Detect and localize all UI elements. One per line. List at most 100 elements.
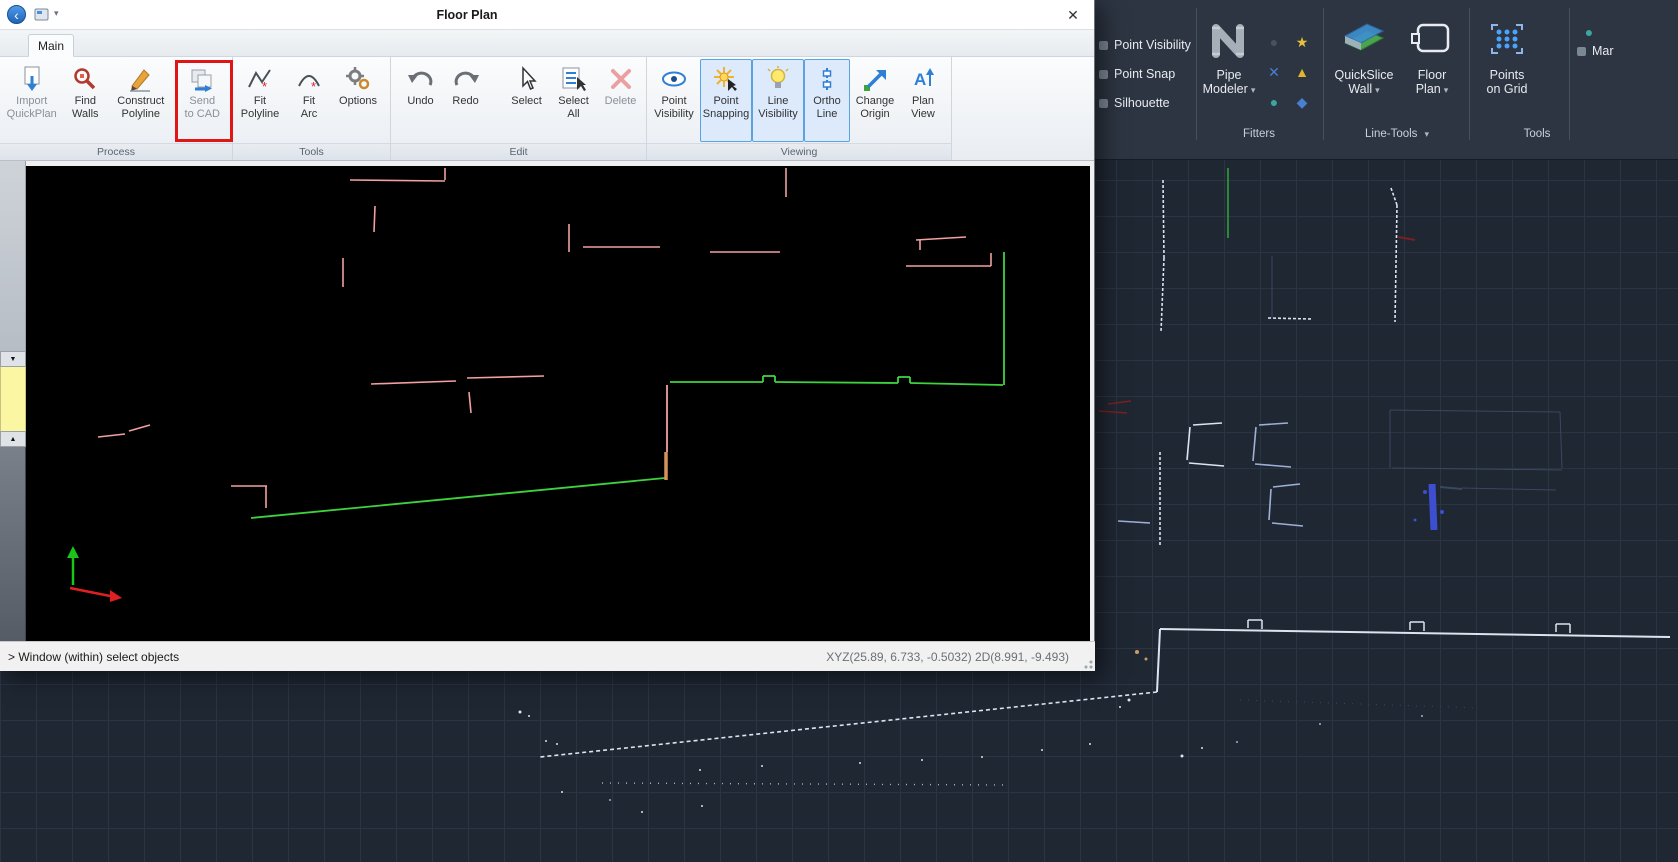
floor-plan-label: Floor [1418,68,1446,82]
pipe-modeler-label: Pipe [1216,68,1241,82]
close-button[interactable]: ✕ [1062,4,1084,26]
ribbon-group-process: Import QuickPlan Find Walls [0,57,233,160]
toggle-silhouette[interactable]: Silhouette [1099,90,1199,116]
construct-polyline-button[interactable]: Construct Polyline [108,59,173,142]
dialog-title: Floor Plan [0,0,934,30]
point-snapping-icon [713,63,739,95]
ribbon-group-edit: Undo Redo [391,57,647,160]
ribbon-tab-row: Main [0,30,1094,57]
svg-text:A: A [914,70,926,89]
points-on-grid-label: Points [1490,68,1525,82]
resize-grip[interactable] [1081,657,1093,669]
edge-tool-row-icon [1577,47,1586,56]
import-quickplan-button[interactable]: Import QuickPlan [1,59,62,142]
quickslice-wall-icon [1341,10,1387,68]
toggle-label: Point Snap [1114,67,1175,81]
tab-main[interactable]: Main [28,34,74,57]
group-divider [1469,8,1470,140]
quickslice-wall-button[interactable]: QuickSlice Wall▾ [1331,6,1397,118]
edit-group-label: Edit [391,143,646,160]
select-all-button[interactable]: Select All [551,59,596,142]
redo-icon [452,63,480,95]
fitter-tool-2-icon[interactable]: ★ [1290,30,1314,54]
svg-text:*: * [262,79,267,92]
scroll-up-button[interactable]: ▲ [0,431,26,447]
left-panel-strip: ▼ ▲ [0,161,26,641]
ribbon-group-tools: * Fit Polyline * Fit Arc [233,57,391,160]
fit-polyline-button[interactable]: * Fit Polyline [234,59,286,142]
dropdown-caret-icon: ▾ [1424,129,1429,140]
pipe-modeler-icon [1207,10,1251,68]
toggle-point-snap[interactable]: Point Snap [1099,61,1199,87]
fitter-tool-3-icon[interactable]: ✕ [1262,60,1286,84]
line-visibility-icon [765,63,791,95]
delete-icon [608,63,634,95]
pipe-modeler-button[interactable]: Pipe Modeler▾ [1201,6,1257,118]
send-to-cad-button[interactable]: Send to CAD [174,59,232,142]
point-snap-icon [1099,70,1108,79]
floor-plan-canvas[interactable] [26,166,1090,641]
dialog-titlebar[interactable]: ‹ ▾ Floor Plan ✕ [0,0,1094,30]
group-divider [1323,8,1324,140]
group-divider [1569,8,1570,140]
options-button[interactable]: Options [332,59,384,142]
tools-group-label: Tools [1477,124,1597,144]
app-ribbon: Point Visibility Point Snap Silhouette P… [1095,0,1678,160]
toggle-label: Silhouette [1114,96,1170,110]
plan-view-button[interactable]: A Plan View [900,59,946,142]
dropdown-caret-icon: ▾ [1375,85,1380,95]
command-prompt-text: > Window (within) select objects [8,650,179,664]
undo-button[interactable]: Undo [398,59,443,142]
ucs-axis-icon [67,546,122,602]
plan-view-icon: A [910,63,936,95]
point-visibility-icon [660,63,688,95]
dropdown-caret-icon: ▾ [1251,85,1256,95]
edge-tool-label: Mar [1592,44,1614,58]
fit-arc-button[interactable]: * Fit Arc [286,59,332,142]
color-swatch[interactable] [0,367,26,431]
undo-icon [407,63,435,95]
left-strip-top [0,161,26,351]
ortho-line-button[interactable]: Ortho Line [804,59,850,142]
line-tools-group-label[interactable]: Line-Tools ▾ [1331,124,1463,144]
scroll-up-icon: ▲ [10,436,17,443]
scroll-down-icon: ▼ [10,356,17,363]
silhouette-icon [1099,99,1108,108]
dialog-ribbon: Import QuickPlan Find Walls [0,57,1094,161]
dropdown-caret-icon: ▾ [1444,85,1449,95]
point-visibility-button[interactable]: Point Visibility [648,59,700,142]
ortho-line-icon [814,63,840,95]
redo-button[interactable]: Redo [443,59,488,142]
line-visibility-button[interactable]: Line Visibility [752,59,804,142]
points-on-grid-button[interactable]: Points on Grid [1477,6,1537,118]
change-origin-button[interactable]: Change Origin [850,59,900,142]
screen: Point Visibility Point Snap Silhouette P… [0,0,1678,862]
tools-group-label: Tools [233,143,390,160]
toggle-point-visibility[interactable]: Point Visibility [1099,32,1199,58]
options-icon [344,63,372,95]
floor-plan-dialog: ‹ ▾ Floor Plan ✕ Main [0,0,1095,671]
dialog-statusbar: > Window (within) select objects XYZ(25.… [0,641,1095,671]
floor-plan-button[interactable]: Floor Plan▾ [1403,6,1461,118]
ribbon-filler [952,57,1094,160]
change-origin-icon [862,63,888,95]
process-group-label: Process [0,143,232,160]
edge-tool-row[interactable]: Mar [1577,38,1667,64]
fitter-tool-5-icon[interactable]: ● [1262,90,1286,114]
scroll-down-button[interactable]: ▼ [0,351,26,367]
delete-button[interactable]: Delete [596,59,645,142]
quickslice-label2: Wall▾ [1348,82,1379,97]
toggle-label: Point Visibility [1114,38,1191,52]
fitter-tool-6-icon[interactable]: ◆ [1290,90,1314,114]
fit-arc-icon: * [296,63,322,95]
points-on-grid-label2: on Grid [1487,82,1528,96]
select-button[interactable]: Select [502,59,551,142]
fitter-tool-1-icon[interactable]: ● [1262,30,1286,54]
fitter-tool-4-icon[interactable]: ▲ [1290,60,1314,84]
quickslice-label: QuickSlice [1334,68,1393,82]
floor-plan-label2: Plan▾ [1416,82,1449,97]
floor-plan-drawing [26,166,1090,641]
find-walls-icon [72,63,98,95]
point-snapping-button[interactable]: Point Snapping [700,59,752,142]
find-walls-button[interactable]: Find Walls [62,59,108,142]
